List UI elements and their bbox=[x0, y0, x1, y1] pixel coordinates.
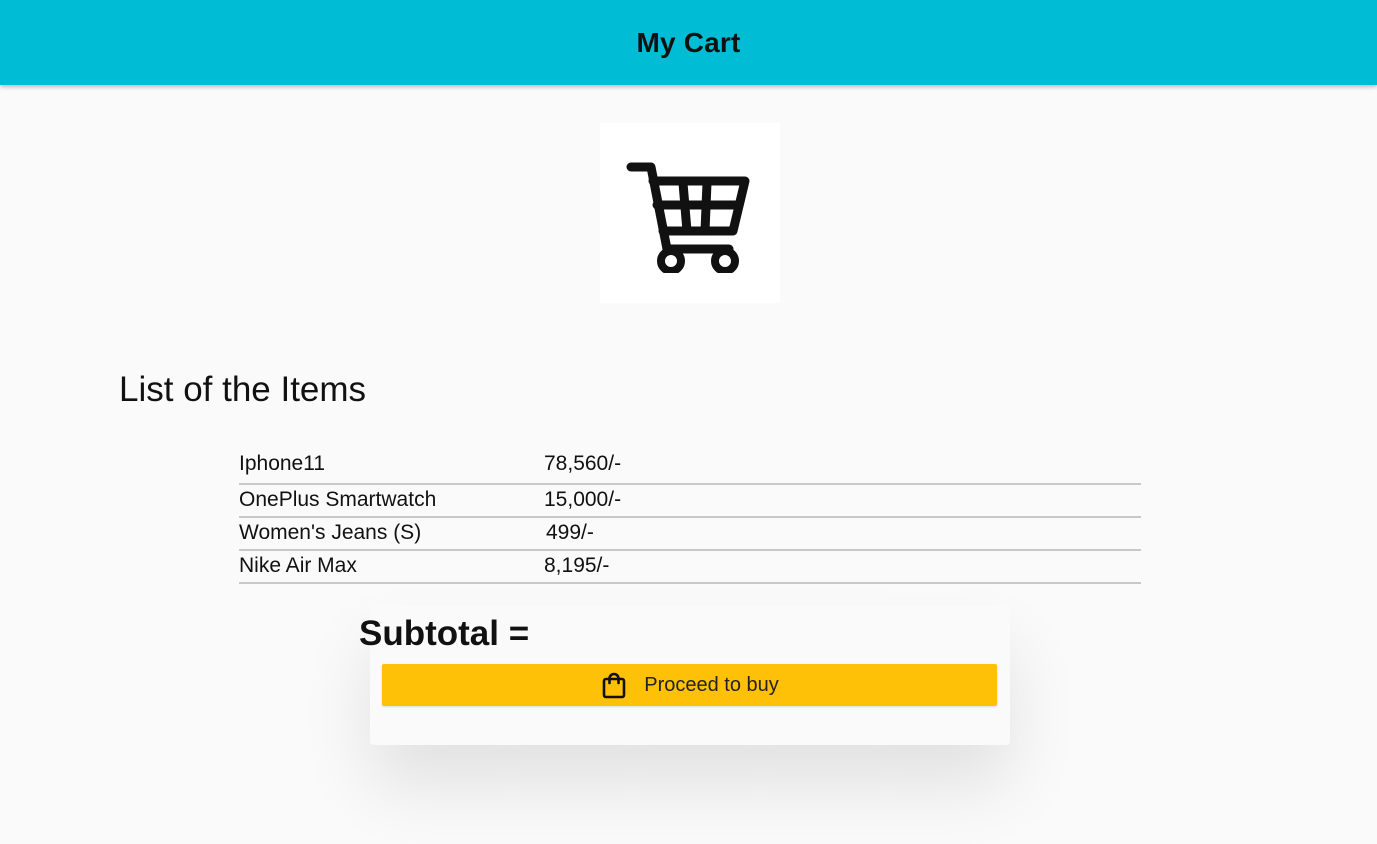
item-name: Nike Air Max bbox=[239, 554, 357, 577]
shopping-bag-icon bbox=[600, 671, 628, 699]
item-price: 499/- bbox=[546, 521, 594, 544]
item-name: Iphone11 bbox=[239, 452, 326, 475]
list-item: Nike Air Max 8,195/- bbox=[239, 551, 1141, 584]
list-item: OnePlus Smartwatch 15,000/- bbox=[239, 485, 1141, 518]
proceed-to-buy-button[interactable]: Proceed to buy bbox=[382, 664, 997, 706]
item-name: OnePlus Smartwatch bbox=[239, 488, 437, 511]
list-item: Iphone11 78,560/- bbox=[239, 446, 1141, 485]
item-price: 8,195/- bbox=[544, 554, 610, 577]
app-bar: My Cart bbox=[0, 0, 1377, 85]
proceed-to-buy-label: Proceed to buy bbox=[644, 673, 779, 696]
item-price: 15,000/- bbox=[544, 488, 622, 511]
list-item: Women's Jeans (S) 499/- bbox=[239, 518, 1141, 551]
subtotal-label: Subtotal = bbox=[359, 614, 530, 653]
items-section-heading: List of the Items bbox=[119, 370, 367, 409]
shopping-cart-icon bbox=[626, 162, 750, 273]
items-list: Iphone11 78,560/- OnePlus Smartwatch 15,… bbox=[239, 446, 1141, 584]
app-root: My Cart List of the Items Iphone11 78,56… bbox=[0, 0, 1377, 844]
item-name: Women's Jeans (S) bbox=[239, 521, 422, 544]
app-bar-title: My Cart bbox=[636, 26, 741, 58]
cart-image bbox=[600, 123, 780, 303]
item-price: 78,560/- bbox=[544, 452, 622, 475]
